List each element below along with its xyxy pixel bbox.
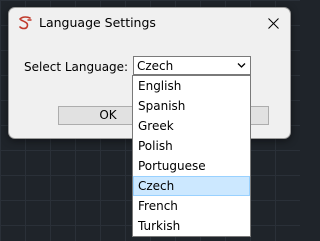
title-bar[interactable]: Language Settings <box>9 8 290 38</box>
app-logo-icon <box>19 16 32 30</box>
dropdown-option-turkish[interactable]: Turkish <box>133 216 250 236</box>
dropdown-option-polish[interactable]: Polish <box>133 136 250 156</box>
close-button[interactable] <box>262 12 284 34</box>
dropdown-option-french[interactable]: French <box>133 196 250 216</box>
dialog-title: Language Settings <box>39 15 156 30</box>
language-select[interactable]: Czech <box>133 56 251 75</box>
dropdown-option-greek[interactable]: Greek <box>133 116 250 136</box>
chevron-down-icon <box>237 63 246 68</box>
dropdown-option-spanish[interactable]: Spanish <box>133 96 250 116</box>
select-language-label: Select Language: <box>24 60 129 74</box>
dropdown-option-english[interactable]: English <box>133 76 250 96</box>
language-select-value: Czech <box>137 59 174 73</box>
language-dropdown-list: English Spanish Greek Polish Portuguese Czech… <box>132 75 251 237</box>
dropdown-option-portuguese[interactable]: Portuguese <box>133 156 250 176</box>
close-icon <box>267 17 279 29</box>
dropdown-option-czech[interactable]: Czech <box>133 176 250 196</box>
